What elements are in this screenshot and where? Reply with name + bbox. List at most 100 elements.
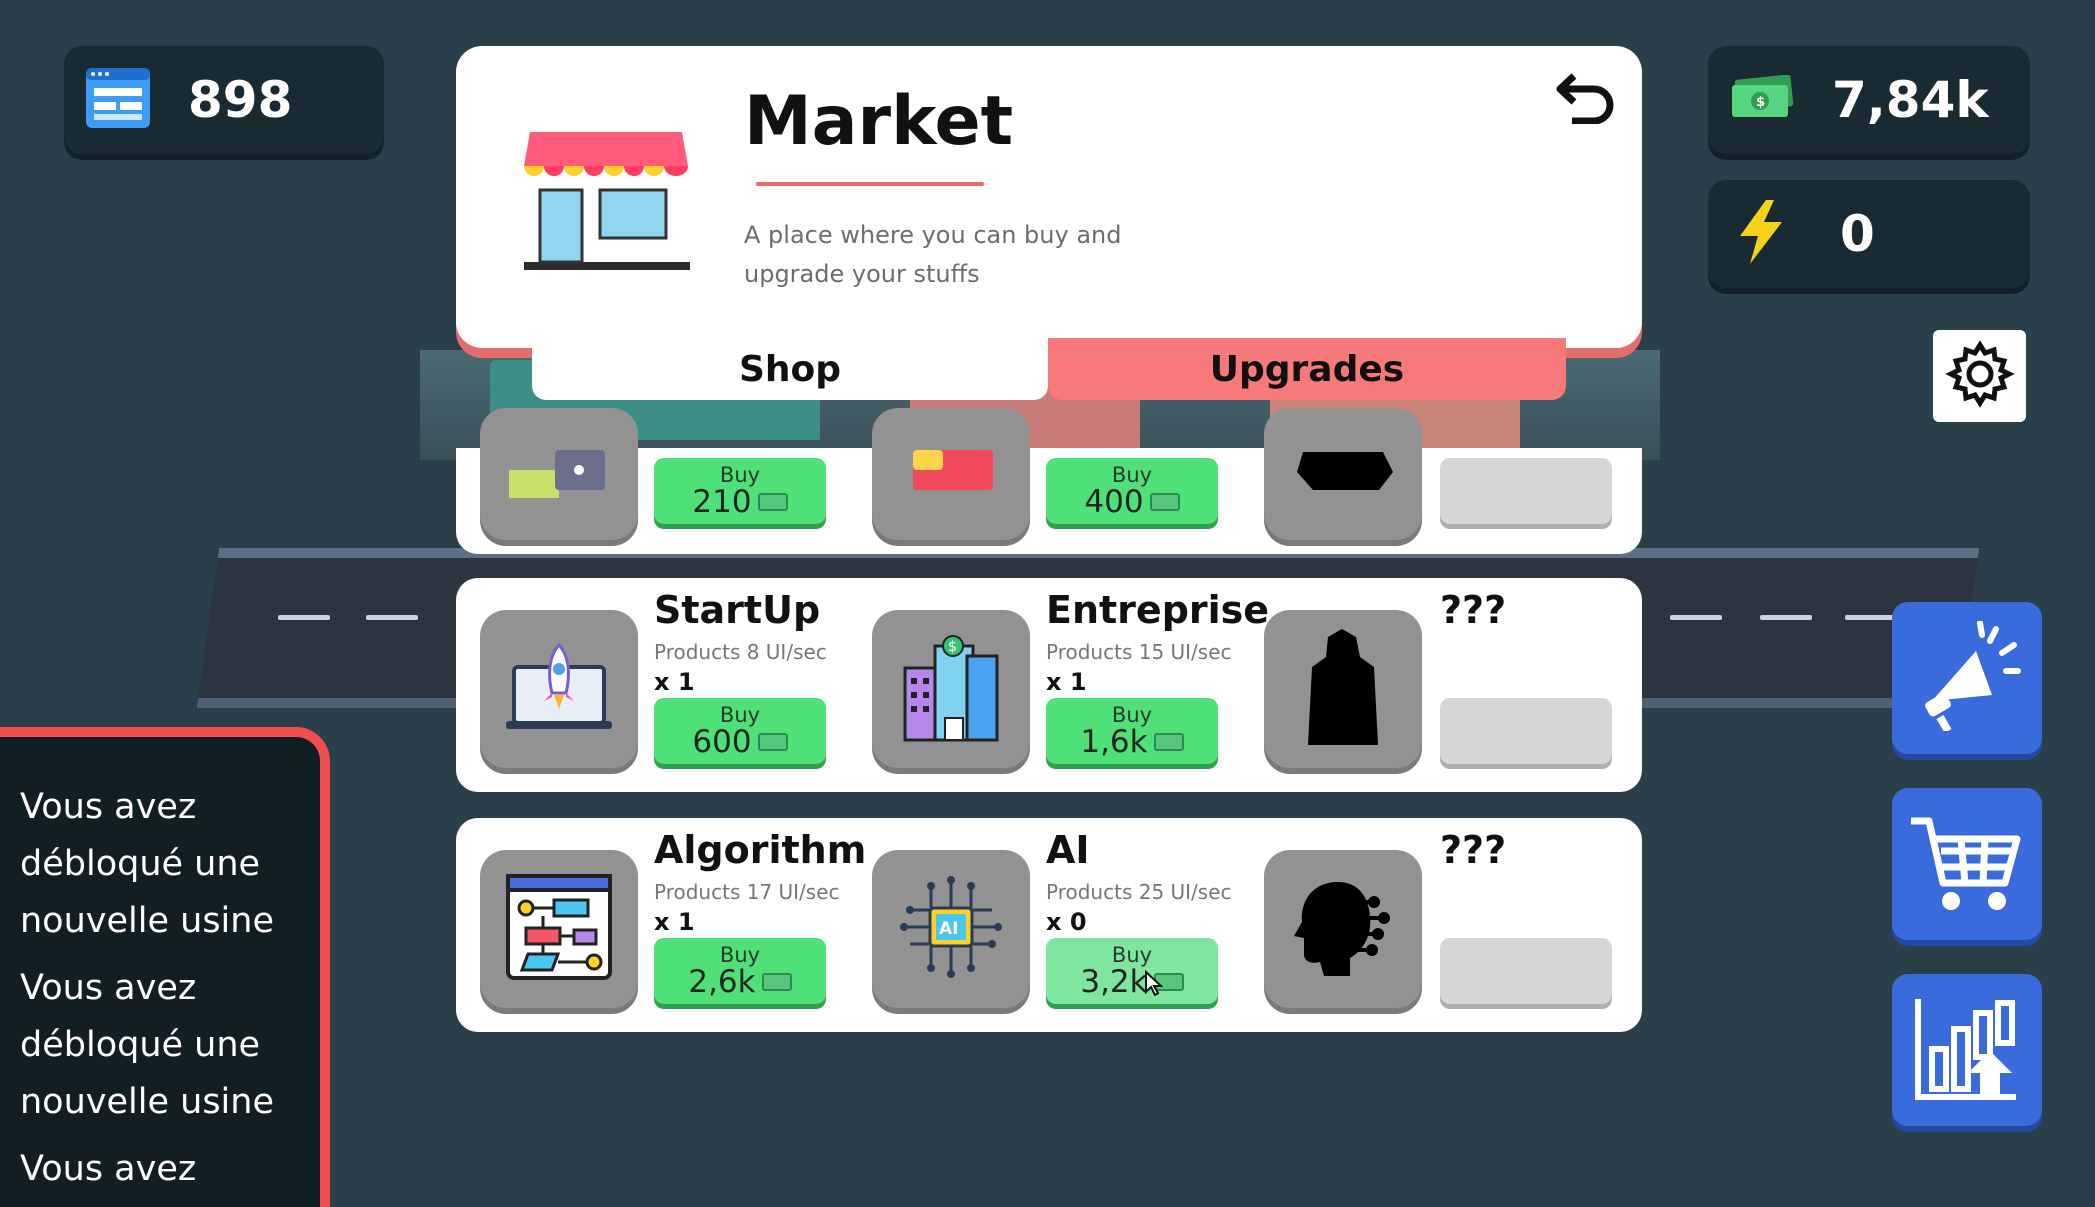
page-title: Market [744, 82, 1014, 161]
factory-count: x 0 [1046, 908, 1087, 936]
svg-text:AI: AI [939, 919, 958, 939]
buy-label: Buy [719, 703, 761, 727]
factory-row-partial: Buy 210 Buy 400 [456, 408, 1642, 554]
megaphone-icon [1912, 620, 2022, 735]
cash-icon [757, 493, 788, 511]
factory-tile-partial [480, 408, 638, 540]
factory-row-1: StartUp Products 8 UI/sec x 1 Buy 600 $ … [456, 578, 1642, 792]
title-underline [756, 182, 984, 186]
cash-icon [761, 973, 792, 991]
market-description: A place where you can buy and upgrade yo… [744, 221, 1122, 288]
factory-name: Entreprise [1046, 588, 1270, 632]
buy-algorithm-button[interactable]: Buy 2,6k [654, 938, 826, 1004]
locked-tower-silhouette-icon [1298, 627, 1388, 751]
road-dash [1845, 615, 1897, 620]
energy-counter: 0 [1708, 180, 2030, 288]
road-dash [366, 615, 418, 620]
notification-message: Vous avez débloqué une nouvelle usine [20, 787, 274, 941]
cash-icon [1153, 733, 1184, 751]
factory-count: x 1 [654, 668, 695, 696]
notification-message: Vous avez débloqué une nouvelle usine [20, 968, 274, 1122]
notification-message: Vous avez [20, 1149, 197, 1189]
back-button[interactable] [1554, 68, 1618, 132]
locked-head-silhouette-icon [1288, 872, 1398, 986]
price-value: 210 [692, 484, 752, 520]
road-dash [1670, 615, 1722, 620]
factory-tile-partial [1264, 408, 1422, 540]
factory-count: x 1 [1046, 668, 1087, 696]
shop-cart-button[interactable] [1892, 788, 2042, 940]
factory-name: AI [1046, 828, 1090, 872]
buy-label: Buy [719, 943, 761, 967]
factory-production: Products 8 UI/sec [654, 640, 827, 664]
money-value: 7,84k [1832, 71, 1989, 129]
buy-ai-button[interactable]: Buy 3,2k [1046, 938, 1218, 1004]
buy-startup-button[interactable]: Buy 600 [654, 698, 826, 764]
bar-chart-up-arrow-icon [1912, 993, 2022, 1107]
marketing-button[interactable] [1892, 602, 2042, 754]
locked-factory-name: ??? [1440, 828, 1507, 872]
buy-entreprise-button[interactable]: Buy 1,6k [1046, 698, 1218, 764]
factory-name: Algorithm [654, 828, 867, 872]
ai-chip-icon: AI [896, 872, 1006, 986]
buy-price: 600 [692, 724, 788, 760]
road-dash [278, 615, 330, 620]
market-header-card: Market A place where you can buy and upg… [456, 46, 1642, 348]
buy-price: 2,6k [688, 964, 792, 1000]
factory-tile-locked [1264, 850, 1422, 1008]
svg-text:$: $ [1756, 95, 1765, 110]
shop-storefront-icon [518, 126, 694, 280]
price-value: 3,2k [1080, 964, 1148, 1000]
office-buildings-icon: $ [901, 632, 1001, 746]
buy-button[interactable]: Buy 400 [1046, 458, 1218, 524]
factory-production: Products 15 UI/sec [1046, 640, 1232, 664]
buy-label: Buy [1111, 943, 1153, 967]
locked-silhouette-icon [1283, 442, 1403, 506]
freelancer-icon [499, 442, 619, 506]
factory-production: Products 25 UI/sec [1046, 880, 1232, 904]
factory-tile-entreprise: $ [872, 610, 1030, 768]
buy-label: Buy [1111, 703, 1153, 727]
price-value: 2,6k [688, 964, 756, 1000]
settings-button[interactable] [1933, 330, 2026, 422]
buy-price: 210 [692, 484, 788, 520]
undo-arrow-icon [1556, 72, 1616, 128]
locked-factory-name: ??? [1440, 588, 1507, 632]
cash-icon [1149, 493, 1180, 511]
factory-name: StartUp [654, 588, 821, 632]
factory-tile-startup [480, 610, 638, 768]
buy-button[interactable]: Buy 210 [654, 458, 826, 524]
buy-price: 3,2k [1080, 964, 1184, 1000]
buy-label: Buy [1111, 463, 1153, 487]
cash-icon [757, 733, 788, 751]
buy-price: 1,6k [1080, 724, 1184, 760]
money-counter: $ 7,84k [1708, 46, 2030, 154]
factory-count: x 1 [654, 908, 695, 936]
cash-icon: $ [1730, 74, 1794, 125]
buy-label: Buy [719, 463, 761, 487]
shopping-cart-icon [1907, 807, 2027, 921]
notification-panel: Vous avez débloqué une nouvelle usine Vo… [0, 727, 330, 1207]
notify-spacer [0, 737, 320, 779]
browser-window-icon [84, 66, 152, 134]
lightning-icon [1736, 198, 1786, 270]
mouse-cursor-icon [1144, 969, 1164, 1000]
buy-price: 400 [1084, 484, 1180, 520]
gear-icon [1944, 339, 2015, 413]
price-value: 400 [1084, 484, 1144, 520]
price-value: 600 [692, 724, 752, 760]
ui-count-value: 898 [188, 71, 293, 129]
locked-button [1440, 458, 1612, 524]
shop-heart-icon [891, 442, 1011, 506]
stats-upgrade-button[interactable] [1892, 974, 2042, 1126]
tab-upgrades[interactable]: Upgrades [1048, 338, 1566, 400]
factory-production: Products 17 UI/sec [654, 880, 840, 904]
road-dash [1760, 615, 1812, 620]
price-value: 1,6k [1080, 724, 1148, 760]
tab-shop[interactable]: Shop [532, 338, 1048, 400]
svg-text:$: $ [948, 639, 957, 655]
locked-button [1440, 698, 1612, 764]
factory-tile-locked [1264, 610, 1422, 768]
factory-tile-algorithm [480, 850, 638, 1008]
energy-value: 0 [1840, 205, 1875, 263]
